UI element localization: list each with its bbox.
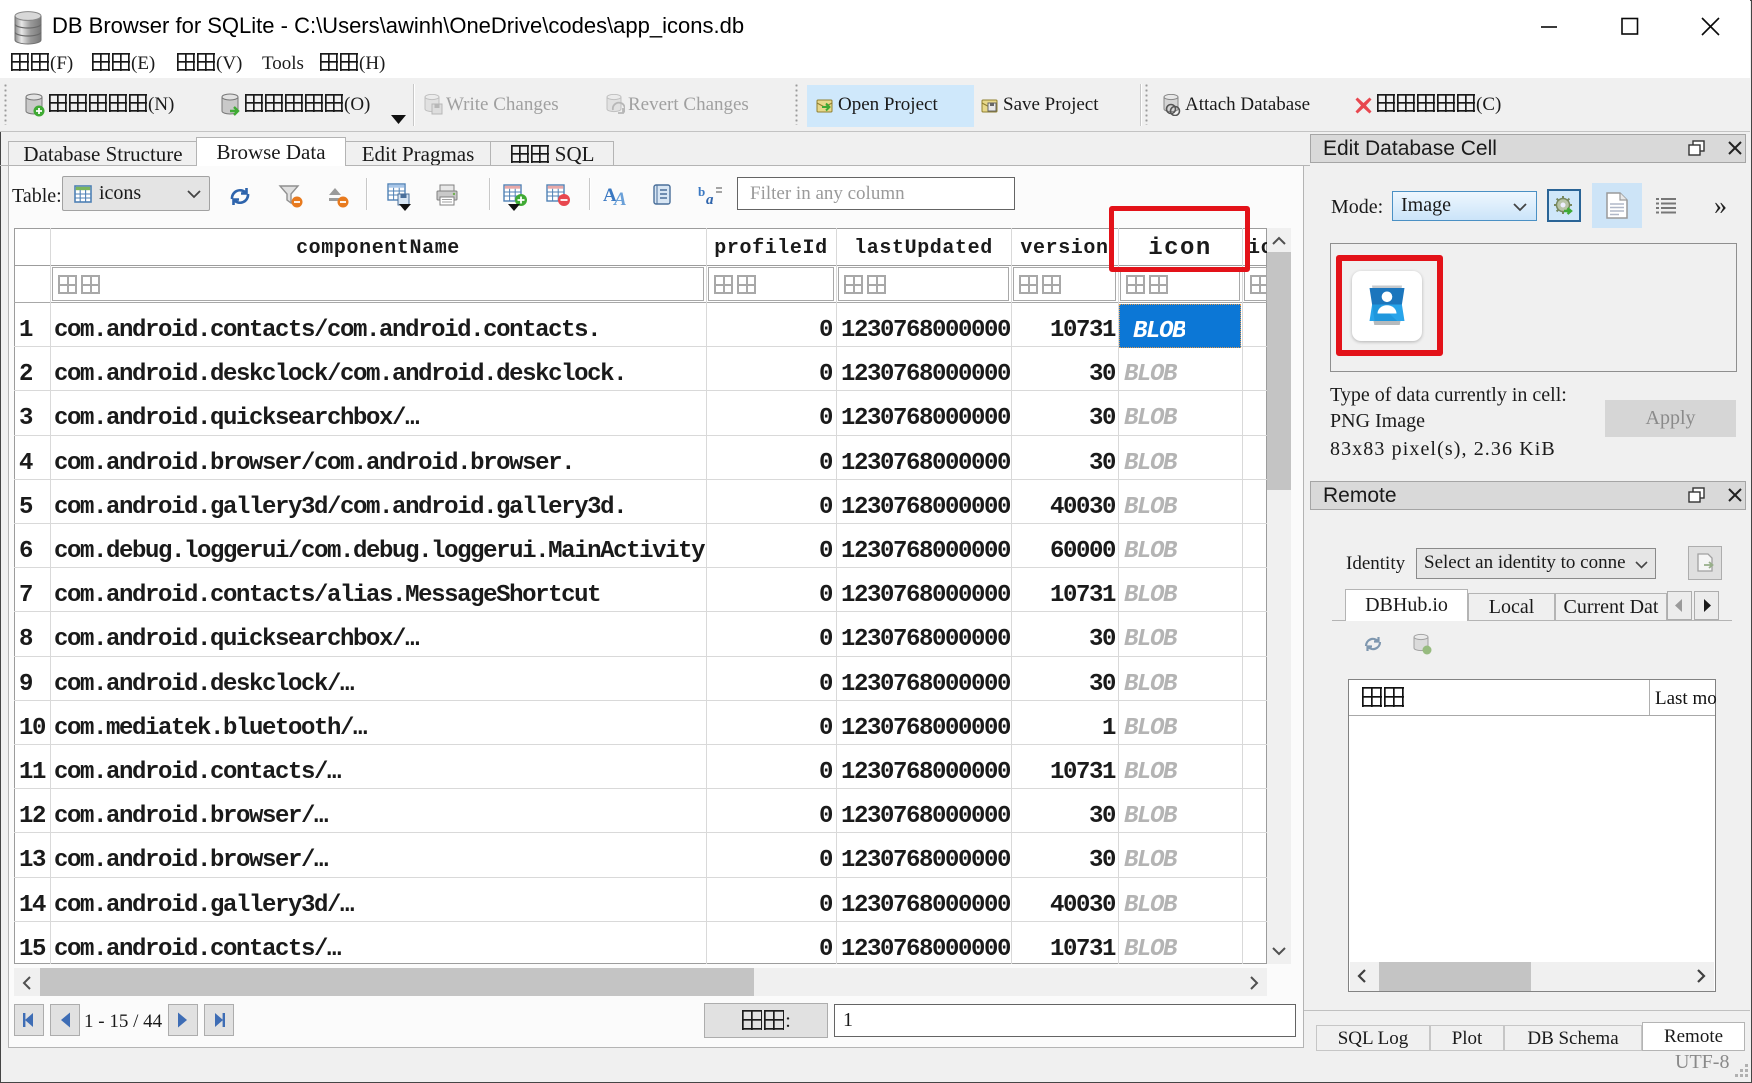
svg-text:A: A — [613, 189, 627, 206]
svg-text:b: b — [698, 184, 705, 199]
svg-text:a: a — [706, 192, 714, 206]
